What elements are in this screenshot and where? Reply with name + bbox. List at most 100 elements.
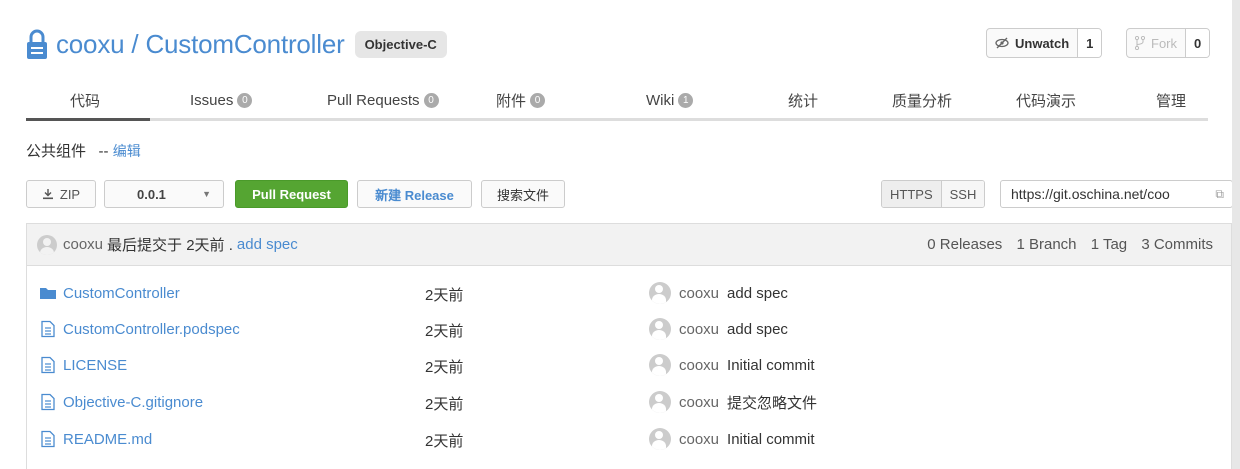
description-separator: -- bbox=[98, 143, 109, 160]
tab-label: Issues bbox=[190, 91, 234, 109]
tab-pull-requests[interactable]: Pull Requests 0 bbox=[327, 88, 439, 112]
file-row: CustomController 2天前 cooxu add spec bbox=[27, 276, 1231, 312]
avatar[interactable] bbox=[649, 391, 671, 413]
tab-issues[interactable]: Issues 0 bbox=[190, 88, 253, 112]
version-value: 0.0.1 bbox=[137, 186, 166, 202]
window-edge bbox=[1232, 0, 1240, 469]
releases-count[interactable]: 0 Releases bbox=[927, 236, 1002, 253]
chevron-down-icon: ▼ bbox=[202, 189, 211, 199]
fork-group: Fork 0 bbox=[1126, 28, 1211, 58]
tab-count-badge: 0 bbox=[237, 92, 253, 108]
copy-icon[interactable]: ⧉ bbox=[1215, 187, 1224, 202]
file-row: LICENSE 2天前 cooxu Initial commit bbox=[27, 348, 1231, 384]
file-time: 2天前 bbox=[425, 396, 464, 413]
clone-url-value: https://git.oschina.net/coo bbox=[1011, 186, 1170, 202]
new-release-button[interactable]: 新建 Release bbox=[357, 180, 472, 208]
file-name-link[interactable]: Objective-C.gitignore bbox=[63, 394, 203, 411]
zip-label: ZIP bbox=[59, 186, 81, 202]
download-zip-button[interactable]: ZIP bbox=[26, 180, 96, 208]
file-commit-author[interactable]: cooxu bbox=[679, 431, 719, 448]
tab-code-demo[interactable]: 代码演示 bbox=[1016, 88, 1076, 112]
version-select[interactable]: 0.0.1 ▼ bbox=[104, 180, 224, 208]
file-commit-author[interactable]: cooxu bbox=[679, 394, 719, 411]
file-commit-author[interactable]: cooxu bbox=[679, 285, 719, 302]
file-time: 2天前 bbox=[425, 433, 464, 450]
https-button[interactable]: HTTPS bbox=[882, 181, 941, 207]
commit-message-link[interactable]: add spec bbox=[237, 236, 298, 253]
tab-attachments[interactable]: 附件 0 bbox=[496, 88, 546, 112]
latest-commit-bar: cooxu 最后提交于 2天前 . add spec 0 Releases 1 … bbox=[27, 224, 1231, 266]
file-commit-message[interactable]: add spec bbox=[727, 321, 788, 338]
commit-author[interactable]: cooxu bbox=[63, 236, 103, 253]
tab-admin[interactable]: 管理 bbox=[1156, 88, 1186, 112]
file-row: Objective-C.gitignore 2天前 cooxu 提交忽略文件 bbox=[27, 385, 1231, 421]
file-commit-author[interactable]: cooxu bbox=[679, 321, 719, 338]
download-icon bbox=[42, 189, 53, 200]
file-name-link[interactable]: CustomController bbox=[63, 285, 180, 302]
file-name-link[interactable]: CustomController.podspec bbox=[63, 321, 240, 338]
branches-count[interactable]: 1 Branch bbox=[1016, 236, 1076, 253]
file-commit-message[interactable]: Initial commit bbox=[727, 431, 815, 448]
tab-count-badge: 0 bbox=[530, 92, 546, 108]
tab-label: 代码 bbox=[70, 92, 101, 110]
fork-button[interactable]: Fork bbox=[1127, 29, 1185, 57]
file-icon bbox=[41, 393, 55, 411]
tab-label: Wiki bbox=[646, 91, 675, 109]
file-time: 2天前 bbox=[425, 359, 464, 376]
file-commit-message[interactable]: Initial commit bbox=[727, 357, 815, 374]
pull-request-button[interactable]: Pull Request bbox=[235, 180, 348, 208]
repo-description: 公共组件 -- 编辑 bbox=[26, 140, 141, 161]
file-commit-message[interactable]: 提交忽略文件 bbox=[727, 392, 817, 413]
repo-title: cooxu / CustomController bbox=[56, 29, 345, 60]
repo-stats: 0 Releases 1 Branch 1 Tag 3 Commits bbox=[917, 236, 1213, 253]
watch-group: Unwatch 1 bbox=[986, 28, 1103, 58]
tab-quality[interactable]: 质量分析 bbox=[892, 88, 952, 112]
repo-header: cooxu / CustomController Objective-C bbox=[26, 24, 447, 64]
tags-count[interactable]: 1 Tag bbox=[1091, 236, 1127, 253]
avatar[interactable] bbox=[649, 354, 671, 376]
tab-stats[interactable]: 统计 bbox=[788, 88, 818, 112]
fork-icon bbox=[1135, 36, 1145, 50]
file-row: CustomController.podspec 2天前 cooxu add s… bbox=[27, 312, 1231, 348]
file-name-link[interactable]: README.md bbox=[63, 431, 152, 448]
search-files-button[interactable]: 搜索文件 bbox=[481, 180, 565, 208]
watch-count[interactable]: 1 bbox=[1077, 29, 1102, 57]
folder-icon bbox=[40, 288, 56, 299]
tab-count-badge: 0 bbox=[423, 92, 439, 108]
clone-protocol-toggle: HTTPS SSH bbox=[881, 180, 986, 208]
tab-label: 附件 bbox=[496, 92, 527, 110]
ssh-button[interactable]: SSH bbox=[940, 181, 985, 207]
avatar[interactable] bbox=[649, 282, 671, 304]
commits-count[interactable]: 3 Commits bbox=[1141, 236, 1213, 253]
eye-slash-icon bbox=[995, 37, 1009, 49]
file-name-link[interactable]: LICENSE bbox=[63, 357, 127, 374]
repo-name-link[interactable]: CustomController bbox=[145, 29, 344, 59]
repo-tabs: 代码 Issues 0 Pull Requests 0 附件 0 Wiki 1 统计 质… bbox=[26, 82, 1208, 121]
fork-label: Fork bbox=[1151, 35, 1177, 51]
repo-owner-link[interactable]: cooxu bbox=[56, 29, 125, 59]
tab-label: 代码演示 bbox=[1016, 92, 1077, 110]
file-icon bbox=[41, 430, 55, 448]
repo-title-separator: / bbox=[124, 28, 146, 59]
file-commit-author[interactable]: cooxu bbox=[679, 357, 719, 374]
active-tab-indicator bbox=[26, 118, 150, 121]
unwatch-label: Unwatch bbox=[1015, 35, 1070, 51]
tab-count-badge: 1 bbox=[678, 92, 694, 108]
repo-page: cooxu / CustomController Objective-C Unw… bbox=[0, 0, 1233, 469]
commit-time-text: 最后提交于 2天前 . bbox=[107, 237, 233, 254]
avatar[interactable] bbox=[37, 234, 57, 255]
language-badge: Objective-C bbox=[354, 30, 447, 58]
avatar[interactable] bbox=[649, 428, 671, 450]
edit-description-link[interactable]: 编辑 bbox=[113, 143, 141, 159]
file-commit-message[interactable]: add spec bbox=[727, 285, 788, 302]
tab-wiki[interactable]: Wiki 1 bbox=[646, 88, 694, 112]
fork-count[interactable]: 0 bbox=[1185, 29, 1210, 57]
tab-code[interactable]: 代码 bbox=[70, 88, 100, 112]
clone-url-input[interactable]: https://git.oschina.net/coo ⧉ bbox=[1000, 180, 1233, 208]
avatar[interactable] bbox=[649, 318, 671, 340]
file-icon bbox=[41, 320, 55, 338]
unwatch-button[interactable]: Unwatch bbox=[987, 29, 1077, 57]
tab-label: 质量分析 bbox=[892, 92, 953, 110]
file-browser: cooxu 最后提交于 2天前 . add spec 0 Releases 1 … bbox=[26, 223, 1232, 469]
tab-label: Pull Requests bbox=[327, 91, 420, 109]
